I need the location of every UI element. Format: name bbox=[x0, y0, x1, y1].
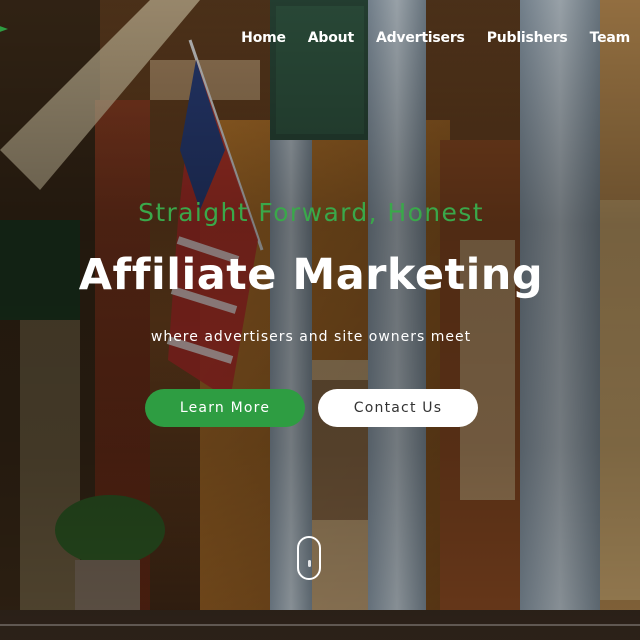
learn-more-button[interactable]: Learn More bbox=[145, 389, 305, 427]
hero-tagline: Straight Forward, Honest bbox=[138, 198, 484, 227]
mouse-scroll-icon[interactable] bbox=[297, 536, 321, 580]
hero-subtext: where advertisers and site owners meet bbox=[150, 329, 472, 345]
contact-us-button[interactable]: Contact Us bbox=[318, 389, 478, 427]
scroll-wheel-dot bbox=[308, 560, 311, 567]
nav-about[interactable]: About bbox=[308, 30, 354, 46]
hero-headline: Affiliate Marketing bbox=[78, 250, 544, 300]
hero-bottom-divider bbox=[0, 624, 640, 626]
main-nav: Home About Advertisers Publishers Team bbox=[219, 30, 630, 46]
hero-section: Home About Advertisers Publishers Team S… bbox=[0, 0, 640, 640]
nav-advertisers[interactable]: Advertisers bbox=[376, 30, 465, 46]
nav-team[interactable]: Team bbox=[590, 30, 631, 46]
logo-mark-icon[interactable] bbox=[0, 24, 8, 34]
nav-home[interactable]: Home bbox=[241, 30, 286, 46]
nav-publishers[interactable]: Publishers bbox=[487, 30, 568, 46]
